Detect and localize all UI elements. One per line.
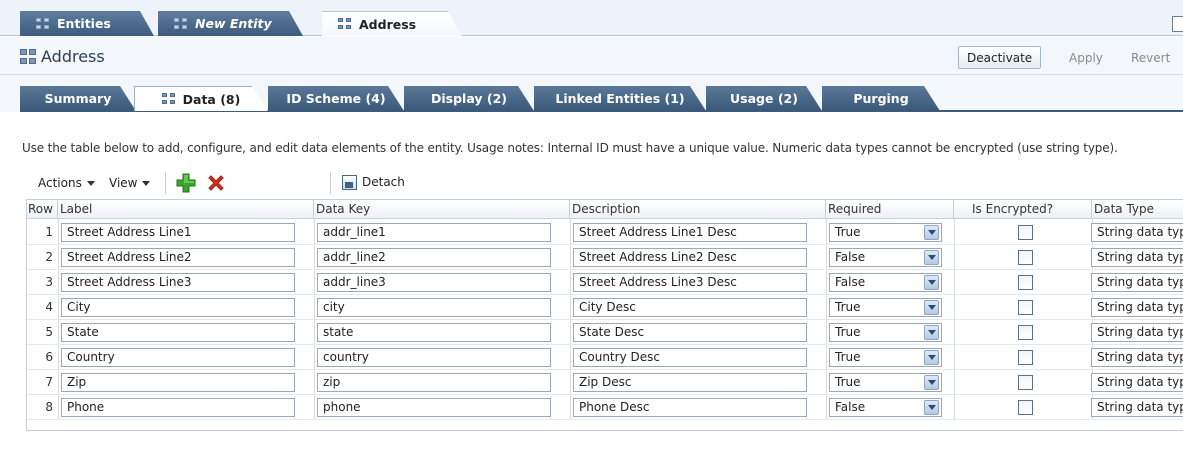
tab-summary[interactable]: Summary [20, 86, 136, 111]
chevron-down-icon [86, 181, 95, 186]
tab-label: ID Scheme (4) [286, 91, 386, 106]
chevron-down-icon [142, 181, 151, 186]
tab-label: Summary [44, 91, 112, 106]
entity-icon [162, 93, 176, 105]
window-restore-icon[interactable] [1172, 16, 1183, 32]
toolbar-separator [330, 172, 331, 194]
tab-display[interactable]: Display (2) [404, 86, 534, 111]
view-menu-label: View [109, 176, 138, 190]
tab-label: Purging [853, 91, 909, 106]
usage-notes-text: Use the table below to add, configure, a… [22, 141, 1118, 155]
actions-menu[interactable]: Actions [38, 176, 95, 190]
entity-icon [338, 18, 352, 30]
tab-label: Data (8) [182, 91, 241, 107]
entity-icon [36, 18, 50, 30]
entity-icon [20, 48, 38, 65]
table-bottom-border [26, 430, 1183, 431]
page-title: Address [20, 47, 105, 66]
detach-button[interactable]: Detach [362, 175, 405, 189]
page-title-text: Address [41, 47, 105, 66]
doc-tab-label: Address [359, 16, 417, 32]
deactivate-button[interactable]: Deactivate [958, 46, 1042, 69]
tab-label: Usage (2) [730, 91, 798, 106]
tab-label: Display (2) [430, 91, 507, 106]
actions-menu-label: Actions [38, 176, 82, 190]
apply-button[interactable]: Apply [1060, 46, 1112, 69]
toolbar-separator [165, 172, 166, 194]
doc-tab-label: New Entity [195, 16, 272, 31]
data-elements-table [26, 199, 1183, 431]
add-icon[interactable] [176, 173, 196, 193]
doc-tab-label: Entities [57, 16, 111, 31]
doc-tab-new-entity[interactable]: New Entity [158, 11, 303, 36]
detach-icon[interactable] [342, 175, 357, 190]
entity-icon [174, 18, 188, 30]
tab-purging[interactable]: Purging [822, 86, 940, 111]
tab-data[interactable]: Data (8) [134, 86, 268, 111]
tab-id-scheme[interactable]: ID Scheme (4) [268, 86, 404, 111]
revert-button[interactable]: Revert [1122, 46, 1179, 69]
view-menu[interactable]: View [109, 176, 151, 190]
tab-label: Linked Entities (1) [555, 91, 685, 106]
doc-tab-address[interactable]: Address [322, 11, 462, 36]
doc-tab-entities[interactable]: Entities [20, 11, 154, 36]
tab-usage[interactable]: Usage (2) [706, 86, 822, 111]
tab-linked-entities[interactable]: Linked Entities (1) [534, 86, 706, 111]
delete-icon[interactable] [206, 173, 226, 193]
